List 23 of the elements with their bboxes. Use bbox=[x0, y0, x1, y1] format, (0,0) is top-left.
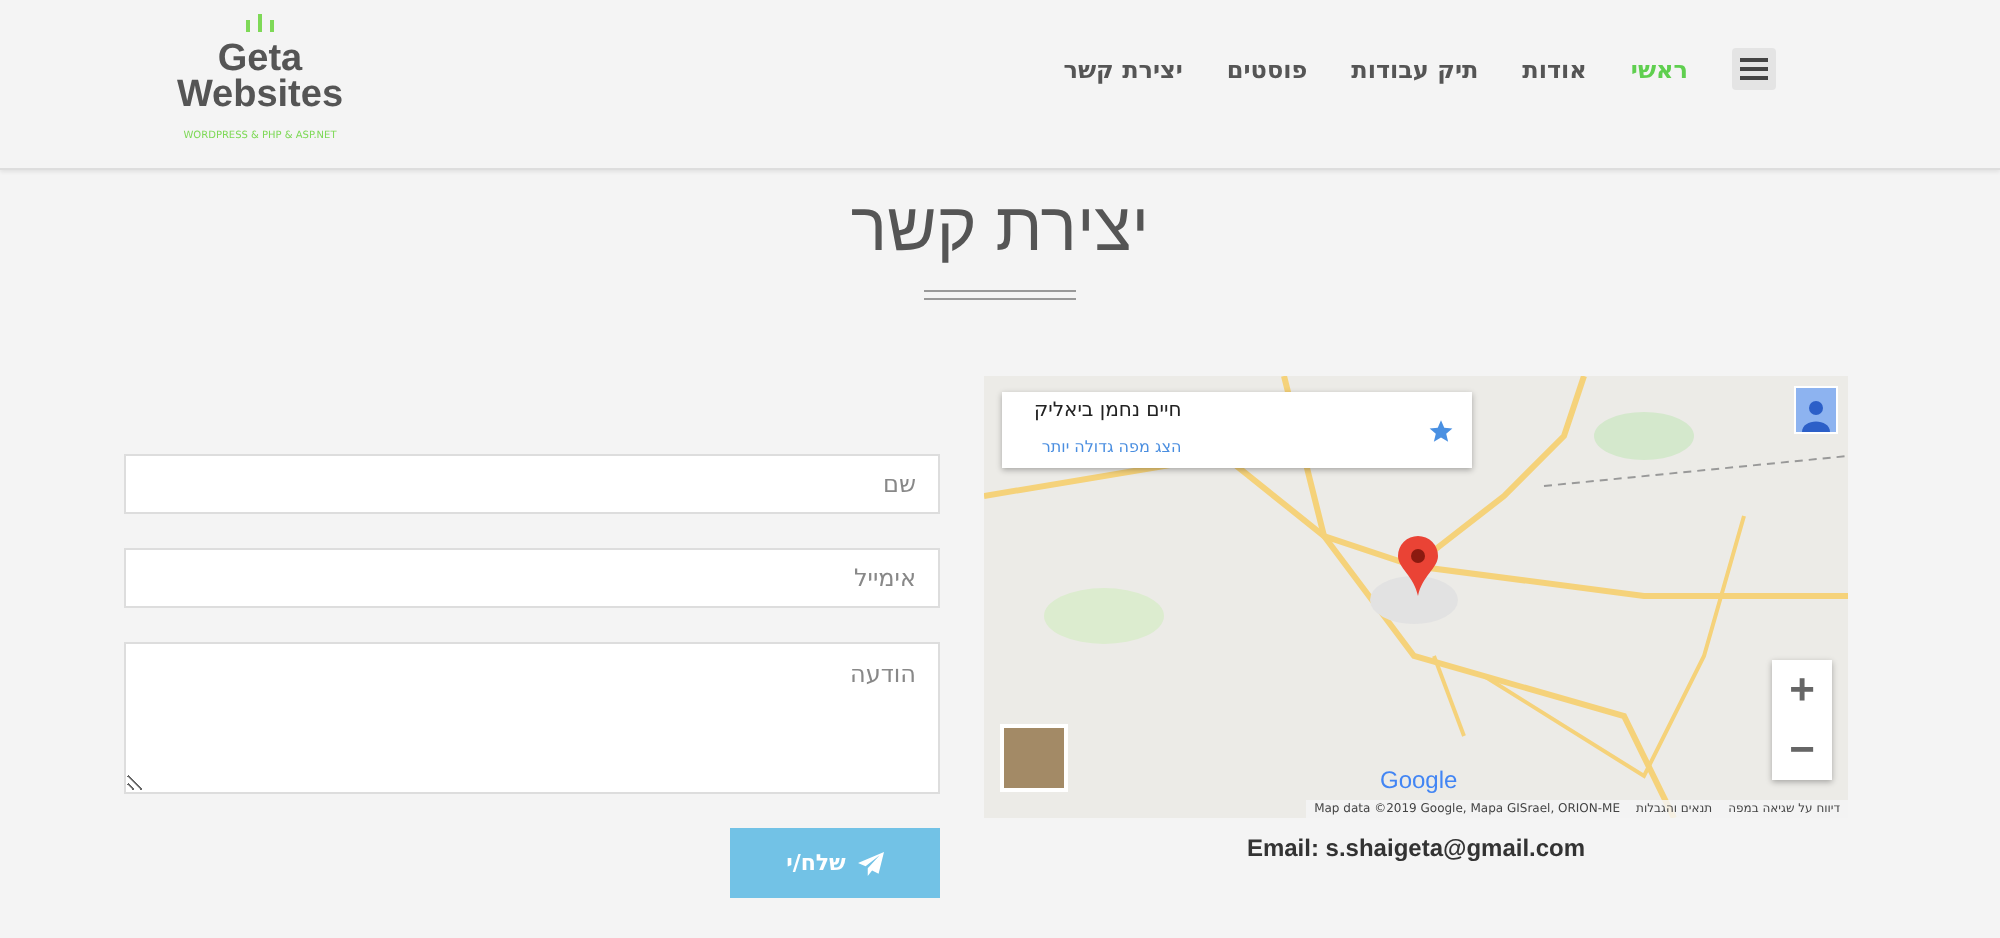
paper-plane-icon bbox=[857, 851, 884, 875]
map-logo: Google bbox=[1380, 766, 1458, 794]
zoom-out-button[interactable]: − bbox=[1772, 720, 1832, 780]
map-pin-icon bbox=[1398, 536, 1438, 596]
input-field[interactable]: אימייל bbox=[124, 548, 940, 608]
larger-map-link[interactable]: הצג מפה גדולה יותר bbox=[1041, 438, 1182, 456]
nav-link[interactable]: פוסטים bbox=[1226, 55, 1308, 83]
nav-link[interactable]: יצירת קשר bbox=[1063, 55, 1183, 83]
logo-icon bbox=[244, 14, 276, 32]
satellite-thumbnail[interactable] bbox=[1000, 724, 1068, 792]
nav-link[interactable]: תיק עבודות bbox=[1351, 55, 1479, 83]
nav-link[interactable]: אודות bbox=[1522, 55, 1587, 83]
message-field[interactable]: הודעה bbox=[124, 642, 940, 794]
place-name: חיים נחמן ביאליק bbox=[1034, 400, 1182, 422]
zoom-in-button[interactable]: + bbox=[1772, 660, 1832, 720]
input-field[interactable]: שם bbox=[124, 454, 940, 514]
person-icon[interactable] bbox=[1794, 386, 1838, 434]
page-title: יצירת קשר bbox=[848, 188, 1152, 270]
menu-icon bbox=[1740, 58, 1768, 80]
menu-button[interactable] bbox=[1732, 48, 1776, 90]
star-icon[interactable] bbox=[1428, 417, 1454, 443]
email-text: Email: s.shaigeta@gmail.com bbox=[1246, 834, 1586, 862]
logo-text: Geta Websites bbox=[176, 42, 344, 114]
